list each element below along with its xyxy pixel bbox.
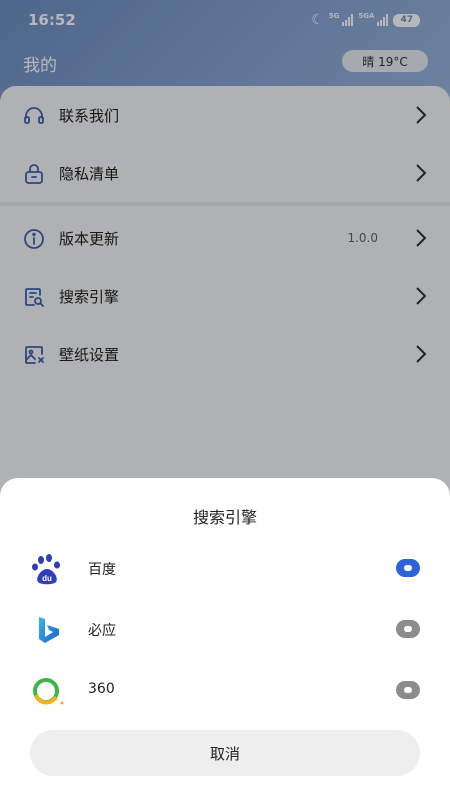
radio-selected[interactable]: [396, 559, 420, 577]
engine-name-baidu: 百度: [88, 562, 116, 578]
sheet-title: 搜索引擎: [192, 508, 257, 527]
bing-logo-icon: [39, 617, 59, 643]
svg-text:du: du: [42, 574, 52, 583]
engine-name-360: 360: [88, 681, 115, 697]
search-engine-sheet: 搜索引擎 du 百度 必应 360 取消: [0, 478, 450, 800]
360-logo-icon: [33, 678, 64, 705]
radio-unselected[interactable]: [396, 681, 420, 699]
engine-name-bing: 必应: [88, 623, 116, 639]
engine-option-bing[interactable]: 必应: [0, 604, 450, 654]
radio-unselected[interactable]: [396, 620, 420, 638]
cancel-button[interactable]: 取消: [30, 730, 420, 776]
engine-option-baidu[interactable]: du 百度: [0, 543, 450, 593]
baidu-logo-icon: du: [32, 554, 60, 585]
engine-option-360[interactable]: 360: [0, 665, 450, 715]
